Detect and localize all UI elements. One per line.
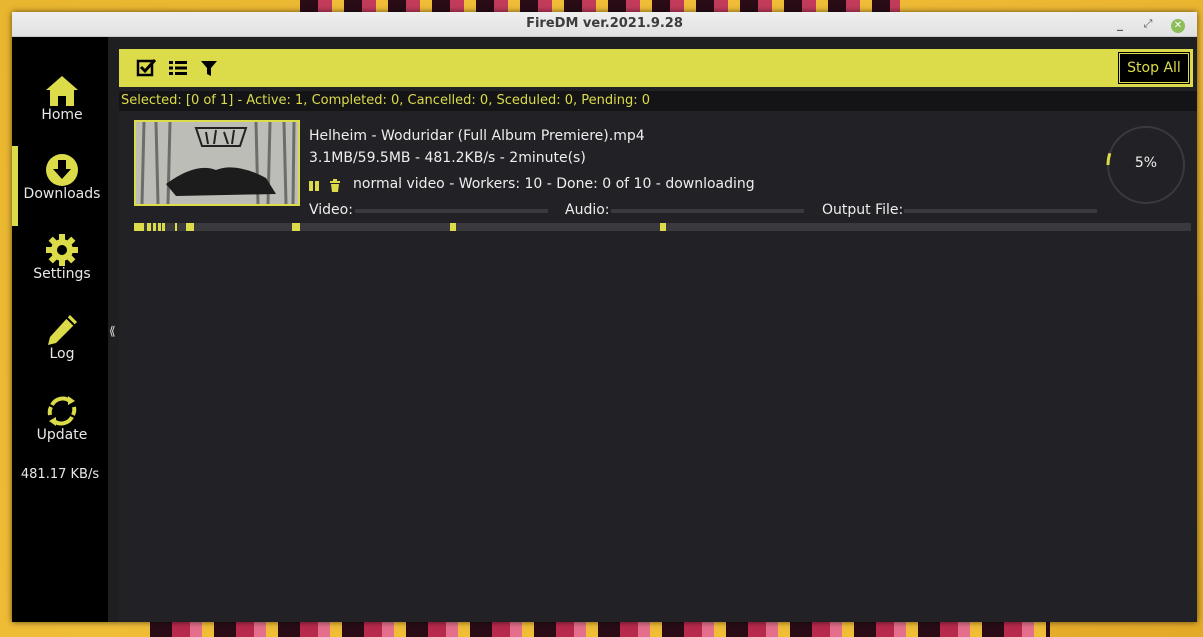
close-button[interactable]: ✕ [1169,15,1187,33]
total-speed: 481.17 KB/s [20,467,100,482]
sidebar-item-label: Log [49,346,75,362]
desktop-background-bottom [150,622,1050,637]
sidebar-item-label: Home [41,107,83,123]
segment-marker [186,223,194,231]
home-icon [46,76,78,106]
segment-marker [292,223,300,231]
minimize-button[interactable]: _ [1111,15,1129,33]
video-label: Video: [309,202,353,218]
progress-percent: 5% [1134,155,1158,171]
download-item[interactable]: Helheim - Woduridar (Full Album Premiere… [119,111,1197,231]
segments-progress-bar [134,223,1191,231]
sidebar-item-label: Downloads [23,186,101,202]
download-filename: Helheim - Woduridar (Full Album Premiere… [309,128,645,144]
segment-marker [158,223,161,231]
pause-icon[interactable] [308,180,320,192]
download-icon [46,154,78,186]
segment-marker [660,223,666,231]
list-icon[interactable] [168,59,188,77]
sidebar-item-label: Settings [33,266,91,282]
video-progress-bar [355,209,548,213]
desktop-background-top [300,0,900,12]
sidebar: Home Downloads Settings Log Update 481.1… [12,37,108,622]
stop-all-button[interactable]: Stop All [1118,52,1190,84]
collapse-sidebar-button[interactable]: ⟪ [109,324,119,344]
segment-marker [153,223,156,231]
title-bar[interactable]: FireDM ver.2021.9.28 _ ⤢ ✕ [12,12,1197,37]
pencil-icon [48,315,77,345]
maximize-button[interactable]: ⤢ [1139,15,1157,33]
sidebar-item-log[interactable]: Log [12,306,108,384]
toolbar: Stop All [119,49,1193,87]
select-all-icon[interactable] [136,59,156,77]
downloads-panel: Stop All Selected: [0 of 1] - Active: 1,… [119,49,1197,622]
refresh-icon [47,396,77,426]
app-window: FireDM ver.2021.9.28 _ ⤢ ✕ Home Download… [12,12,1197,622]
output-file-bar [904,209,1097,213]
video-thumbnail [134,120,300,206]
segment-marker [175,223,177,231]
audio-progress-bar [611,209,804,213]
sidebar-item-home[interactable]: Home [12,67,108,145]
audio-label: Audio: [565,202,610,218]
download-size-speed: 3.1MB/59.5MB - 481.2KB/s - 2minute(s) [309,150,586,166]
download-details: normal video - Workers: 10 - Done: 0 of … [353,176,755,192]
segment-marker [134,223,144,231]
close-icon: ✕ [1171,19,1185,33]
segment-marker [147,223,151,231]
sidebar-item-label: Update [36,427,88,443]
output-file-label: Output File: [822,202,904,218]
gear-icon [46,234,78,266]
trash-icon[interactable] [329,179,341,193]
sidebar-item-update[interactable]: Update [12,387,108,465]
segment-marker [450,223,456,231]
window-title: FireDM ver.2021.9.28 [526,16,683,31]
status-summary: Selected: [0 of 1] - Active: 1, Complete… [119,91,1197,111]
sidebar-item-settings[interactable]: Settings [12,226,108,304]
filter-icon[interactable] [199,59,219,77]
sidebar-item-downloads[interactable]: Downloads [12,146,108,226]
segment-marker [162,223,165,231]
